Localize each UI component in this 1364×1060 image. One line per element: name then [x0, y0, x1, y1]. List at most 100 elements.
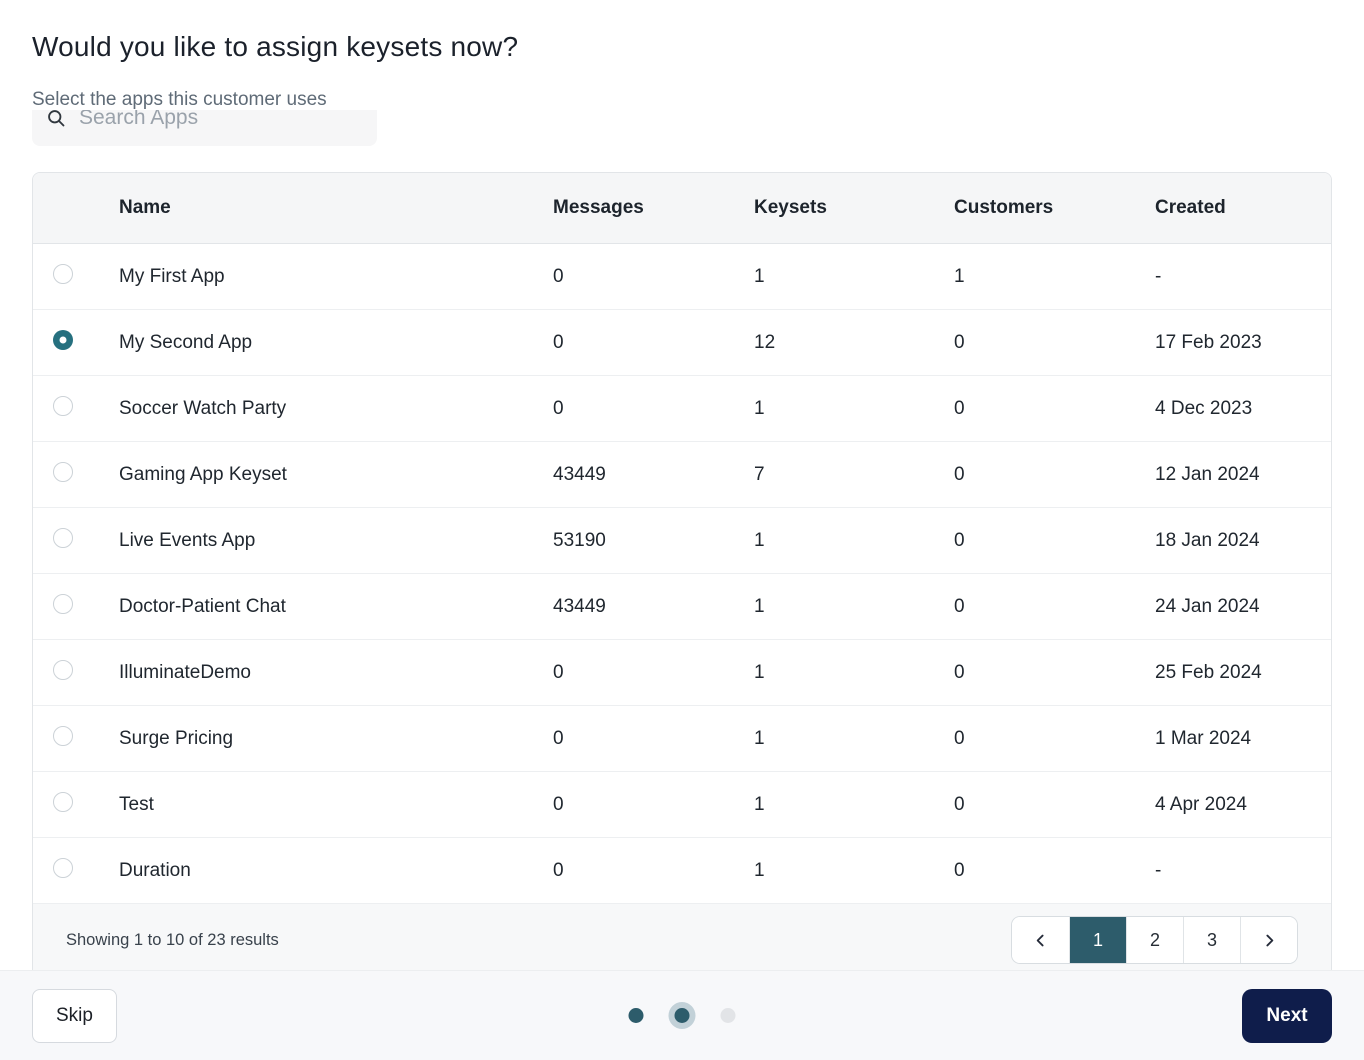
- column-header-created: Created: [1155, 197, 1226, 218]
- search-icon: [46, 108, 67, 129]
- step-indicator: [628, 1002, 736, 1029]
- customers-cell: 0: [954, 529, 965, 551]
- keysets-cell: 1: [754, 727, 765, 749]
- created-cell: 4 Apr 2024: [1155, 793, 1247, 815]
- keysets-cell: 12: [754, 331, 776, 353]
- messages-cell: 0: [553, 793, 564, 815]
- messages-cell: 43449: [553, 463, 606, 485]
- app-name-cell: Doctor-Patient Chat: [119, 595, 286, 617]
- created-cell: -: [1155, 859, 1162, 881]
- column-header-messages: Messages: [553, 197, 644, 218]
- messages-cell: 0: [553, 265, 564, 287]
- customers-cell: 0: [954, 793, 965, 815]
- next-button[interactable]: Next: [1242, 988, 1332, 1043]
- table-row[interactable]: Surge Pricing 0 1 0 1 Mar 2024: [33, 706, 1331, 772]
- modal-subtitle: Select the apps this customer uses: [32, 89, 327, 110]
- table-row[interactable]: Doctor-Patient Chat 43449 1 0 24 Jan 202…: [33, 574, 1331, 640]
- app-name-cell: Live Events App: [119, 529, 256, 551]
- customers-cell: 0: [954, 463, 965, 485]
- table-row[interactable]: Test 0 1 0 4 Apr 2024: [33, 772, 1331, 838]
- chevron-right-icon: [1265, 934, 1273, 946]
- page-button-1[interactable]: 1: [1069, 917, 1126, 963]
- app-name-cell: My First App: [119, 265, 225, 287]
- app-name-cell: Duration: [119, 859, 191, 881]
- created-cell: 17 Feb 2023: [1155, 331, 1262, 353]
- modal-title: Would you like to assign keysets now?: [32, 31, 519, 62]
- messages-cell: 0: [553, 397, 564, 419]
- table-header-row: Name Messages Keysets Customers Created: [33, 173, 1331, 244]
- pager: 123: [1011, 916, 1298, 964]
- customers-cell: 0: [954, 859, 965, 881]
- created-cell: 4 Dec 2023: [1155, 397, 1253, 419]
- created-cell: 12 Jan 2024: [1155, 463, 1260, 485]
- customers-cell: 0: [954, 331, 965, 353]
- radio-button[interactable]: [53, 527, 73, 548]
- app-name-cell: Surge Pricing: [119, 727, 234, 749]
- prev-page-button[interactable]: [1012, 917, 1069, 963]
- keysets-cell: 1: [754, 529, 765, 551]
- messages-cell: 0: [553, 859, 564, 881]
- customers-cell: 1: [954, 265, 965, 287]
- created-cell: 1 Mar 2024: [1155, 727, 1252, 749]
- table-row[interactable]: IlluminateDemo 0 1 0 25 Feb 2024: [33, 640, 1331, 706]
- messages-cell: 43449: [553, 595, 606, 617]
- modal-footer: Skip Next: [0, 970, 1364, 1060]
- keysets-cell: 1: [754, 859, 765, 881]
- table-row[interactable]: Live Events App 53190 1 0 18 Jan 2024: [33, 508, 1331, 574]
- table-row[interactable]: Soccer Watch Party 0 1 0 4 Dec 2023: [33, 376, 1331, 442]
- column-header-keysets: Keysets: [754, 197, 827, 218]
- radio-button[interactable]: [53, 659, 73, 680]
- app-name-cell: Soccer Watch Party: [119, 397, 287, 419]
- radio-button[interactable]: [53, 329, 73, 350]
- column-header-name: Name: [119, 197, 171, 218]
- chevron-left-icon: [1036, 934, 1044, 946]
- customers-cell: 0: [954, 595, 965, 617]
- keysets-cell: 1: [754, 793, 765, 815]
- table-row[interactable]: Gaming App Keyset 43449 7 0 12 Jan 2024: [33, 442, 1331, 508]
- keysets-cell: 7: [754, 463, 765, 485]
- app-name-cell: Test: [119, 793, 154, 815]
- assign-keysets-modal: Would you like to assign keysets now? Se…: [0, 0, 1364, 1060]
- table-row[interactable]: Duration 0 1 0 -: [33, 838, 1331, 904]
- next-page-button[interactable]: [1240, 917, 1297, 963]
- radio-button[interactable]: [53, 593, 73, 614]
- app-name-cell: IlluminateDemo: [119, 661, 251, 683]
- customers-cell: 0: [954, 727, 965, 749]
- page-button-3[interactable]: 3: [1183, 917, 1240, 963]
- customers-cell: 0: [954, 397, 965, 419]
- radio-button[interactable]: [53, 857, 73, 878]
- created-cell: 24 Jan 2024: [1155, 595, 1260, 617]
- modal-header: Would you like to assign keysets now? Se…: [0, 0, 1364, 110]
- skip-button[interactable]: Skip: [32, 988, 117, 1043]
- keysets-cell: 1: [754, 265, 765, 287]
- messages-cell: 53190: [553, 529, 606, 551]
- page-button-2[interactable]: 2: [1126, 917, 1183, 963]
- results-summary: Showing 1 to 10 of 23 results: [66, 930, 279, 949]
- radio-button[interactable]: [53, 263, 73, 284]
- keysets-cell: 1: [754, 661, 765, 683]
- created-cell: -: [1155, 265, 1162, 287]
- pagination-bar: Showing 1 to 10 of 23 results 123: [33, 904, 1331, 976]
- radio-button[interactable]: [53, 725, 73, 746]
- step-dot: [720, 1008, 736, 1023]
- table-row[interactable]: My First App 0 1 1 -: [33, 244, 1331, 310]
- app-name-cell: My Second App: [119, 331, 253, 353]
- step-dot-active: [668, 1002, 696, 1029]
- apps-table: Name Messages Keysets Customers Created …: [32, 172, 1332, 977]
- radio-button[interactable]: [53, 461, 73, 482]
- column-header-customers: Customers: [954, 197, 1054, 218]
- radio-button[interactable]: [53, 395, 73, 416]
- step-dot: [628, 1008, 644, 1023]
- app-name-cell: Gaming App Keyset: [119, 463, 287, 485]
- radio-button[interactable]: [53, 791, 73, 812]
- step-dot-core: [674, 1008, 690, 1023]
- keysets-cell: 1: [754, 595, 765, 617]
- keysets-cell: 1: [754, 397, 765, 419]
- messages-cell: 0: [553, 661, 564, 683]
- messages-cell: 0: [553, 727, 564, 749]
- created-cell: 18 Jan 2024: [1155, 529, 1260, 551]
- table-row[interactable]: My Second App 0 12 0 17 Feb 2023: [33, 310, 1331, 376]
- table-body: My First App 0 1 1 - My Second App 0 12 …: [33, 244, 1331, 904]
- customers-cell: 0: [954, 661, 965, 683]
- created-cell: 25 Feb 2024: [1155, 661, 1262, 683]
